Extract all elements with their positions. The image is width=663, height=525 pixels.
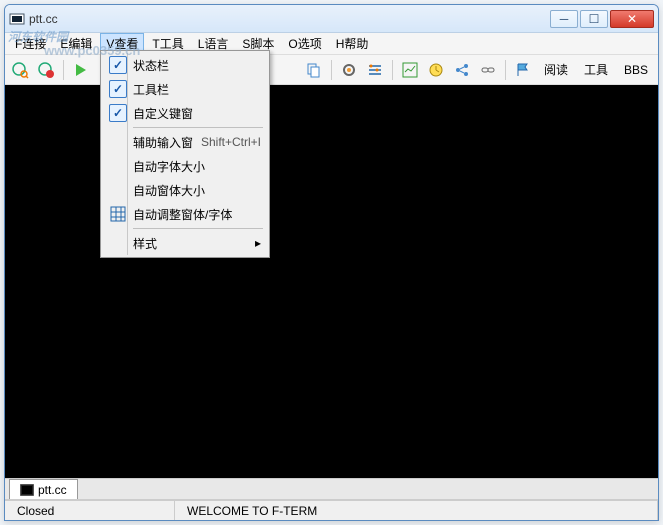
grid-icon xyxy=(109,205,127,223)
globe-stop-icon[interactable] xyxy=(35,59,57,81)
toolbar-separator xyxy=(505,60,506,80)
play-icon[interactable] xyxy=(70,59,92,81)
clock-icon[interactable] xyxy=(425,59,447,81)
flag-icon[interactable] xyxy=(512,59,534,81)
menu-help[interactable]: H帮助 xyxy=(330,33,375,54)
check-icon: ✓ xyxy=(109,80,127,98)
view-dropdown-menu: ✓ 状态栏 ✓ 工具栏 ✓ 自定义键窗 辅助输入窗 Shift+Ctrl+I 自… xyxy=(100,50,270,258)
menu-auto-font[interactable]: 自动字体大小 xyxy=(103,154,267,178)
link-icon[interactable] xyxy=(477,59,499,81)
globe-search-icon[interactable] xyxy=(9,59,31,81)
session-tab[interactable]: ptt.cc xyxy=(9,479,78,499)
tab-label: ptt.cc xyxy=(38,483,67,497)
window-title: ptt.cc xyxy=(29,12,550,26)
menu-separator xyxy=(133,228,263,229)
check-icon: ✓ xyxy=(109,56,127,74)
title-bar[interactable]: ptt.cc ─ ☐ ✕ xyxy=(5,5,658,33)
menu-auto-window[interactable]: 自动窗体大小 xyxy=(103,178,267,202)
menu-toolbar-toggle[interactable]: ✓ 工具栏 xyxy=(103,77,267,101)
status-connection: Closed xyxy=(5,501,175,520)
bbs-button[interactable]: BBS xyxy=(618,59,654,81)
chart-green-icon[interactable] xyxy=(399,59,421,81)
minimize-button[interactable]: ─ xyxy=(550,10,578,28)
read-button[interactable]: 阅读 xyxy=(538,59,574,81)
menu-auto-adjust[interactable]: 自动调整窗体/字体 xyxy=(103,202,267,226)
status-bar: Closed WELCOME TO F-TERM xyxy=(5,500,658,520)
config-icon[interactable] xyxy=(364,59,386,81)
app-icon xyxy=(9,11,25,27)
menu-file[interactable]: F连接 xyxy=(9,33,52,54)
menu-statusbar-toggle[interactable]: ✓ 状态栏 xyxy=(103,53,267,77)
menu-custom-keywindow-toggle[interactable]: ✓ 自定义键窗 xyxy=(103,101,267,125)
shortcut-label: Shift+Ctrl+I xyxy=(201,135,261,149)
tool-button[interactable]: 工具 xyxy=(578,59,614,81)
menu-options[interactable]: O选项 xyxy=(282,33,327,54)
toolbar-separator xyxy=(63,60,64,80)
menu-edit[interactable]: E编辑 xyxy=(54,33,98,54)
check-icon: ✓ xyxy=(109,104,127,122)
close-button[interactable]: ✕ xyxy=(610,10,654,28)
gear-color-icon[interactable] xyxy=(338,59,360,81)
toolbar-separator xyxy=(392,60,393,80)
menu-separator xyxy=(133,127,263,128)
status-message: WELCOME TO F-TERM xyxy=(175,501,658,520)
tab-bar: ptt.cc xyxy=(5,478,658,500)
share-icon[interactable] xyxy=(451,59,473,81)
copy-icon[interactable] xyxy=(303,59,325,81)
maximize-button[interactable]: ☐ xyxy=(580,10,608,28)
terminal-icon xyxy=(20,484,34,496)
chevron-right-icon: ▸ xyxy=(255,236,261,250)
toolbar-separator xyxy=(331,60,332,80)
menu-aux-input[interactable]: 辅助输入窗 Shift+Ctrl+I xyxy=(103,130,267,154)
menu-style-submenu[interactable]: 样式 ▸ xyxy=(103,231,267,255)
